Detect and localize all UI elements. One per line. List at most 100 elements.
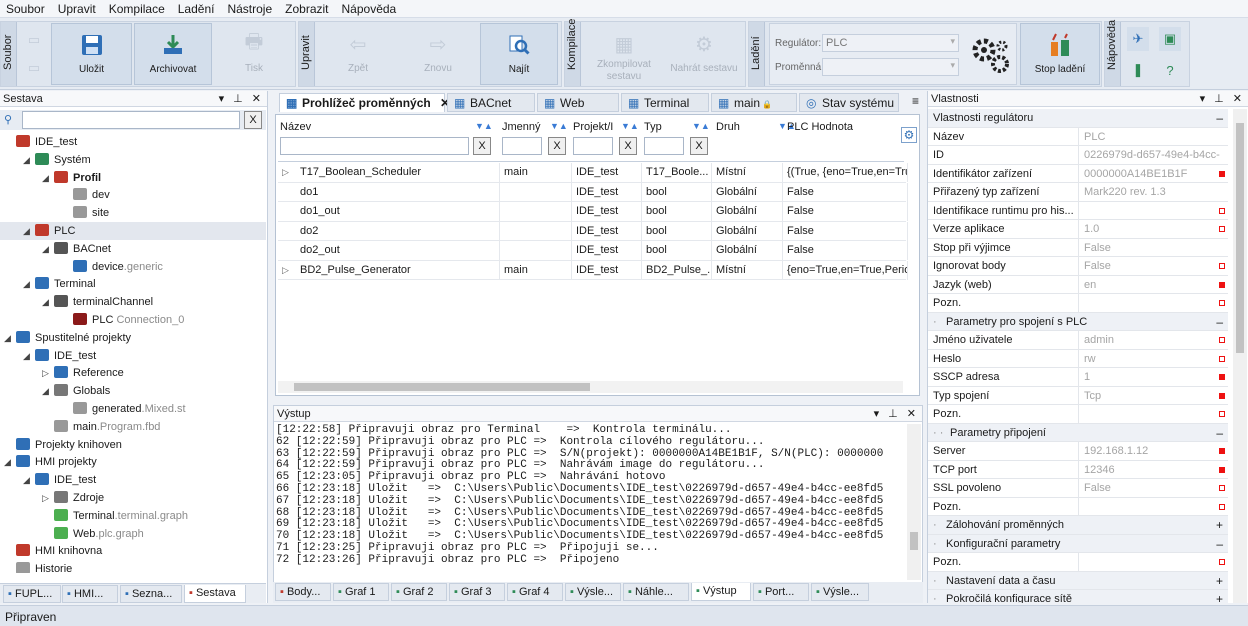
property-value[interactable]: 0000000A14BE1B1F bbox=[1084, 165, 1220, 183]
output-tab[interactable]: ▪ Port... bbox=[753, 583, 809, 601]
tree-item[interactable]: ▷ Reference bbox=[42, 364, 124, 382]
settings-icon[interactable]: ⚙ bbox=[901, 127, 917, 143]
expand-toggle-icon[interactable]: ◢ bbox=[23, 347, 35, 365]
section-toggle-icon[interactable]: – bbox=[1216, 535, 1223, 553]
property-value[interactable]: 1.0 bbox=[1084, 220, 1220, 238]
property-row[interactable]: SSL povoleno False bbox=[928, 479, 1228, 498]
tree-item[interactable]: main.Program.fbd bbox=[42, 418, 160, 436]
left-tab[interactable]: ▪ FUPL... bbox=[3, 585, 61, 603]
variable-select[interactable]: ▾ bbox=[822, 58, 959, 76]
property-row[interactable]: Typ spojení Tcp bbox=[928, 386, 1228, 405]
new-icon[interactable]: ▭ bbox=[23, 28, 45, 52]
property-row[interactable]: ID 0226979d-d657-49e4-b4cc-... bbox=[928, 146, 1228, 165]
output-tab[interactable]: ▪ Graf 4 bbox=[507, 583, 563, 601]
section-toggle-icon[interactable]: – bbox=[1216, 109, 1223, 127]
tree-item[interactable]: HMI knihovna bbox=[4, 542, 102, 560]
property-value[interactable]: admin bbox=[1084, 331, 1220, 349]
property-section[interactable]: · · Parametry připojení – bbox=[928, 423, 1228, 442]
doc-tab[interactable]: ▦ BACnet bbox=[447, 93, 535, 112]
tree-item[interactable]: ◢ Terminal bbox=[23, 275, 96, 293]
panel-controls[interactable]: ▾ ⊥ ✕ bbox=[1200, 92, 1245, 105]
property-row[interactable]: Server 192.168.1.12 bbox=[928, 442, 1228, 461]
property-row[interactable]: TCP port 12346 bbox=[928, 460, 1228, 479]
compile-button[interactable]: ▦ Zkompilovat sestavu bbox=[585, 23, 663, 85]
section-toggle-icon[interactable]: – bbox=[1216, 424, 1223, 442]
doc-tab[interactable]: ◎ Stav systému bbox=[799, 93, 899, 112]
property-value[interactable]: rw bbox=[1084, 350, 1220, 368]
section-toggle-icon[interactable]: + bbox=[1216, 572, 1223, 590]
property-row[interactable]: Pozn. bbox=[928, 294, 1228, 313]
regulator-select[interactable]: PLC ▾ bbox=[822, 34, 959, 52]
property-row[interactable]: Přiřazený typ zařízení Mark220 rev. 1.3 bbox=[928, 183, 1228, 202]
tree-item[interactable]: Terminal.terminal.graph bbox=[42, 507, 188, 525]
property-row[interactable]: Pozn. bbox=[928, 497, 1228, 516]
property-value[interactable]: PLC bbox=[1084, 128, 1220, 146]
save-button[interactable]: Uložit bbox=[51, 23, 132, 85]
property-row[interactable]: Pozn. bbox=[928, 553, 1228, 572]
redo-button[interactable]: ⇨ Znovu bbox=[399, 23, 477, 85]
section-toggle-icon[interactable]: + bbox=[1216, 590, 1223, 603]
column-header[interactable]: Název bbox=[280, 121, 311, 133]
property-row[interactable]: Identifikace runtimu pro his... bbox=[928, 201, 1228, 220]
tree-item[interactable]: ◢ Systém bbox=[23, 151, 91, 169]
panel-controls[interactable]: ▾ ⊥ ✕ bbox=[219, 92, 264, 105]
table-row[interactable]: ▷ BD2_Pulse_Generator main IDE_test BD2_Puls… bbox=[278, 260, 908, 280]
tree-item[interactable]: PLC Connection_0 bbox=[61, 311, 184, 329]
property-row[interactable]: Heslo rw bbox=[928, 349, 1228, 368]
column-header[interactable]: Projekt/I bbox=[573, 121, 613, 133]
output-tab[interactable]: ▪ Graf 1 bbox=[333, 583, 389, 601]
tree-item[interactable]: ◢ PLC bbox=[0, 222, 266, 240]
print-button[interactable]: 🖶 Tisk bbox=[215, 23, 293, 85]
column-header[interactable]: PLC Hodnota bbox=[787, 121, 853, 133]
undo-button[interactable]: ⇦ Zpět bbox=[319, 23, 397, 85]
expand-toggle-icon[interactable]: ◢ bbox=[42, 382, 54, 400]
grid-hscrollbar[interactable] bbox=[278, 381, 903, 393]
property-value[interactable]: 1 bbox=[1084, 368, 1220, 386]
tree-item[interactable]: Projekty knihoven bbox=[4, 436, 122, 454]
filter-clear-button[interactable]: X bbox=[690, 137, 708, 155]
tree-item[interactable]: site bbox=[61, 204, 109, 222]
property-section[interactable]: Vlastnosti regulátoru – bbox=[928, 109, 1228, 128]
tree-item[interactable]: ◢ IDE_test bbox=[23, 471, 96, 489]
panel-controls[interactable]: ▾ ⊥ ✕ bbox=[874, 407, 919, 420]
tree-item[interactable]: ◢ terminalChannel bbox=[42, 293, 153, 311]
output-tab[interactable]: ▪ Body... bbox=[275, 583, 331, 601]
tree-item[interactable]: dev bbox=[61, 186, 110, 204]
archive-button[interactable]: Archivovat bbox=[134, 23, 212, 85]
column-header[interactable]: Typ bbox=[644, 121, 662, 133]
doc-tab[interactable]: ▦ Terminal bbox=[621, 93, 709, 112]
filter-clear-button[interactable]: X bbox=[548, 137, 566, 155]
section-toggle-icon[interactable]: + bbox=[1216, 516, 1223, 534]
property-value[interactable]: 0226979d-d657-49e4-b4cc-... bbox=[1084, 146, 1220, 164]
tree-item[interactable]: Historie bbox=[4, 560, 72, 573]
expand-toggle-icon[interactable]: ◢ bbox=[23, 471, 35, 489]
tree-item[interactable]: ◢ IDE_test bbox=[23, 347, 96, 365]
property-value[interactable]: 192.168.1.12 bbox=[1084, 442, 1220, 460]
expand-toggle-icon[interactable]: ◢ bbox=[42, 169, 54, 187]
open-icon[interactable]: ▭ bbox=[23, 56, 45, 80]
table-row[interactable]: do2_out IDE_test bool Globální False bbox=[278, 241, 908, 261]
expand-toggle-icon[interactable]: ◢ bbox=[23, 222, 35, 240]
property-section[interactable]: · Zálohování proměnných + bbox=[928, 516, 1228, 535]
table-row[interactable]: do2 IDE_test bool Globální False bbox=[278, 221, 908, 241]
property-row[interactable]: Ignorovat body False bbox=[928, 257, 1228, 276]
property-section[interactable]: · Konfigurační parametry – bbox=[928, 534, 1228, 553]
help-update-icon[interactable]: ▣ bbox=[1159, 27, 1181, 51]
output-tab[interactable]: ▪ Výstup bbox=[691, 583, 751, 601]
find-button[interactable]: Najít bbox=[480, 23, 558, 85]
help-info-icon[interactable]: ❚ bbox=[1127, 58, 1149, 82]
property-row[interactable]: SSCP adresa 1 bbox=[928, 368, 1228, 387]
doc-tab[interactable]: ▦ Prohlížeč proměnných ✕ bbox=[279, 93, 450, 112]
tree-item[interactable]: ◢ HMI projekty bbox=[4, 453, 97, 471]
property-row[interactable]: Verze aplikace 1.0 bbox=[928, 220, 1228, 239]
properties-vscrollbar[interactable] bbox=[1233, 109, 1247, 603]
property-row[interactable]: Jazyk (web) en bbox=[928, 275, 1228, 294]
expand-toggle-icon[interactable]: ◢ bbox=[23, 275, 35, 293]
property-value[interactable]: False bbox=[1084, 257, 1220, 275]
property-value[interactable]: 12346 bbox=[1084, 461, 1220, 479]
left-tab[interactable]: ▪ Sezna... bbox=[120, 585, 182, 603]
tree-item[interactable]: ◢ BACnet bbox=[42, 240, 111, 258]
tree-item[interactable]: IDE_test bbox=[4, 133, 77, 151]
expand-toggle-icon[interactable]: ◢ bbox=[42, 293, 54, 311]
menu-nastroje[interactable]: Nástroje bbox=[221, 0, 279, 16]
